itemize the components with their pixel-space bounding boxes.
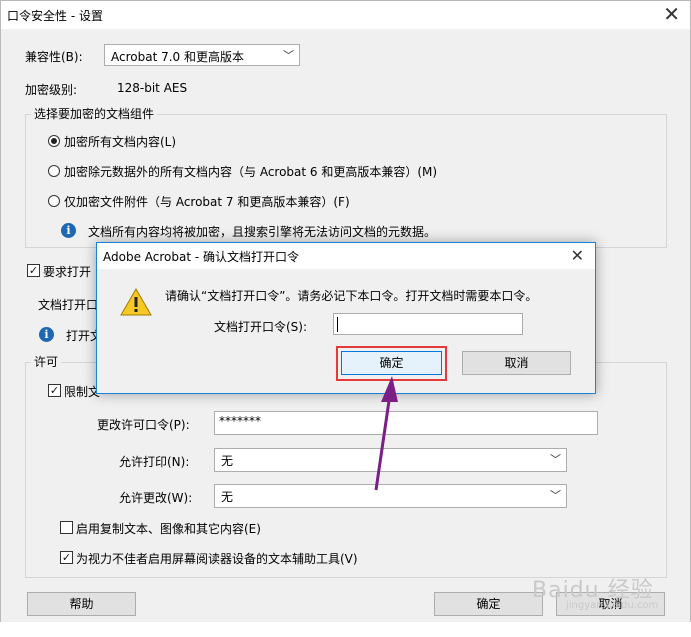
enable-copy-checkbox[interactable] (60, 521, 73, 534)
change-permissions-password-value: ******* (219, 414, 261, 428)
require-open-password-label: 要求打开 (43, 265, 92, 279)
allow-change-label: 允许更改(W): (119, 491, 193, 505)
chevron-down-icon: ﹀ (283, 49, 294, 62)
components-note: 文档所有内容均将被加密，且搜索引擎将无法访问文档的元数据。 (88, 225, 437, 239)
warning-icon (120, 287, 152, 316)
info-icon: i (39, 327, 54, 342)
dialog-message: 请确认“文档打开口令”。请务必记下本口令。打开文档时需要本口令。 (165, 289, 538, 303)
restrict-permissions-checkbox[interactable]: ✓ (48, 384, 61, 397)
compat-select[interactable]: Acrobat 7.0 和更高版本 ﹀ (104, 44, 300, 66)
allow-change-value: 无 (221, 490, 234, 504)
chevron-down-icon: ﹀ (550, 453, 561, 466)
radio-encrypt-attachments[interactable] (48, 195, 60, 207)
enable-accessibility-label: 为视力不佳者启用屏幕阅读器设备的文本辅助工具(V) (76, 552, 358, 566)
dialog-title-bar: Adobe Acrobat - 确认文档打开口令 ✕ (97, 243, 595, 269)
close-icon[interactable]: ✕ (663, 3, 680, 25)
background-page-strip (0, 622, 691, 637)
close-icon[interactable]: ✕ (571, 246, 584, 265)
help-button[interactable]: 帮助 (27, 592, 136, 616)
watermark-url: jingyan.baidu.com (566, 600, 659, 611)
change-permissions-password-label: 更改许可口令(P): (97, 418, 190, 432)
compat-label: 兼容性(B): (25, 50, 83, 64)
window-title: 口令安全性 - 设置 (7, 9, 103, 23)
enable-copy-label: 启用复制文本、图像和其它内容(E) (76, 522, 261, 536)
allow-print-value: 无 (221, 454, 234, 468)
confirm-password-dialog: Adobe Acrobat - 确认文档打开口令 ✕ 请确认“文档打开口令”。请… (96, 242, 596, 394)
text-cursor (337, 317, 338, 332)
enable-accessibility-checkbox[interactable]: ✓ (60, 551, 73, 564)
confirm-password-input[interactable] (333, 313, 523, 335)
open-password-field-label: 文档打开口 (38, 298, 99, 312)
restrict-permissions-label: 限制文 (64, 385, 101, 399)
dialog-field-label: 文档打开口令(S): (214, 320, 308, 334)
radio-encrypt-except-metadata[interactable] (48, 165, 60, 177)
title-bar: 口令安全性 - 设置 ✕ (1, 1, 690, 29)
info-icon: i (61, 223, 76, 238)
permissions-title: 许可 (31, 353, 62, 370)
radio-encrypt-all[interactable] (48, 135, 60, 147)
annotation-arrow (374, 376, 398, 491)
allow-print-label: 允许打印(N): (119, 455, 190, 469)
components-title: 选择要加密的文档组件 (31, 105, 158, 122)
dialog-cancel-button[interactable]: 取消 (462, 351, 571, 375)
dialog-title: Adobe Acrobat - 确认文档打开口令 (103, 250, 300, 264)
radio-encrypt-except-metadata-label: 加密除元数据外的所有文档内容（与 Acrobat 6 和更高版本兼容）(M) (64, 165, 438, 179)
require-open-password-checkbox[interactable]: ✓ (27, 264, 40, 277)
radio-encrypt-attachments-label: 仅加密文件附件（与 Acrobat 7 和更高版本兼容）(F) (64, 195, 350, 209)
radio-encrypt-all-label: 加密所有文档内容(L) (64, 135, 177, 149)
encryption-level-value: 128-bit AES (117, 81, 188, 95)
compat-value: Acrobat 7.0 和更高版本 (111, 50, 244, 64)
ok-button[interactable]: 确定 (434, 592, 543, 616)
chevron-down-icon: ﹀ (550, 489, 561, 502)
encryption-level-label: 加密级别: (25, 83, 78, 97)
